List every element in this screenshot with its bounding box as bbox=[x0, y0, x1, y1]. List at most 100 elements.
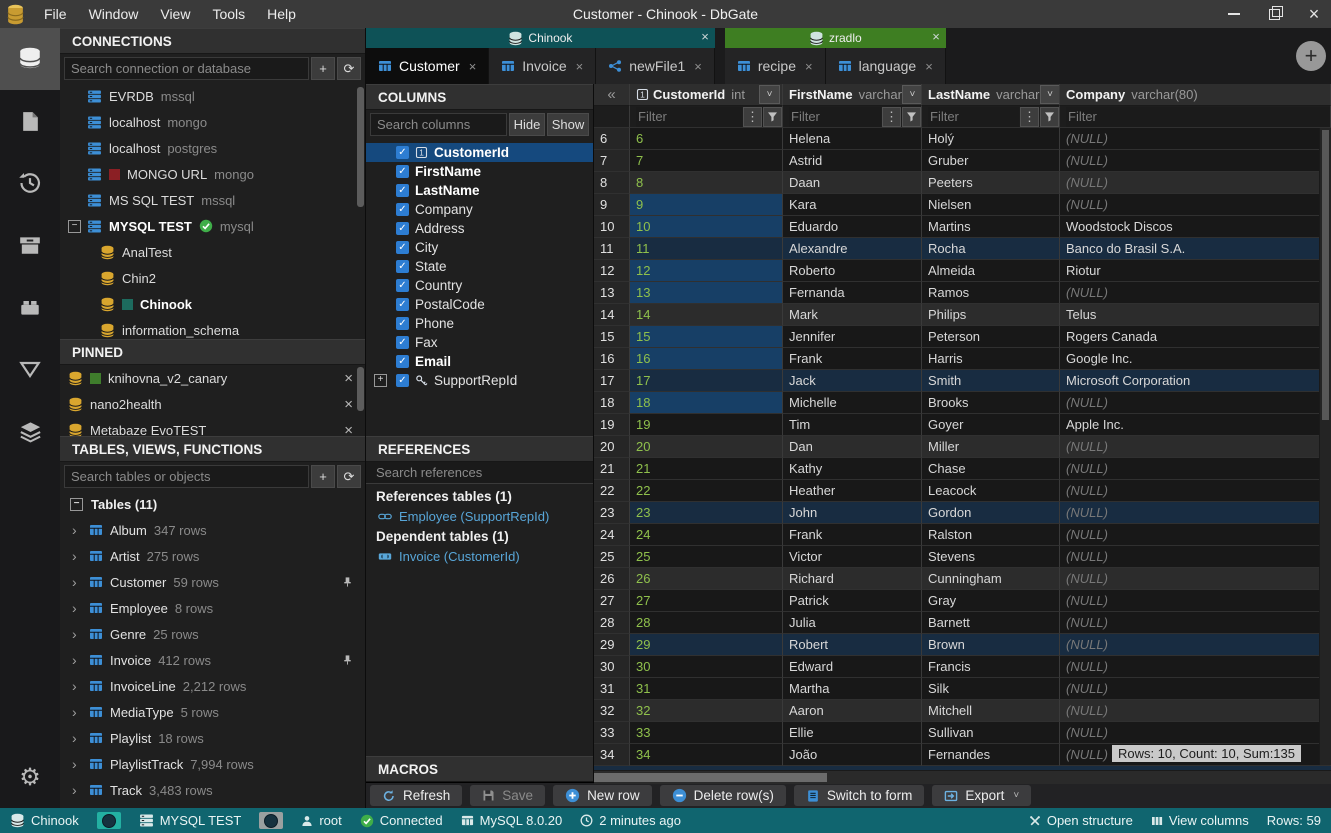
unpin-icon[interactable]: × bbox=[344, 422, 353, 437]
table-row[interactable]: 2323JohnGordon(NULL) bbox=[594, 502, 1331, 524]
table-row[interactable]: 77AstridGruber(NULL) bbox=[594, 150, 1331, 172]
cell-firstname[interactable]: Edward bbox=[783, 656, 922, 678]
cell-lastname[interactable]: Barnett bbox=[922, 612, 1060, 634]
query-designer-rail-icon[interactable] bbox=[0, 338, 60, 400]
connection-item[interactable]: localhostpostgres bbox=[60, 135, 365, 161]
chevron-right-icon[interactable]: › bbox=[72, 574, 82, 590]
cell-firstname[interactable]: Michelle bbox=[783, 392, 922, 414]
cell-customerid[interactable]: 34 bbox=[630, 744, 783, 766]
column-menu-chevron-icon[interactable]: ˅ bbox=[902, 85, 922, 104]
column-checkbox[interactable]: ✓ bbox=[396, 260, 409, 273]
cell-data-views-rail-icon[interactable] bbox=[0, 400, 60, 462]
cell-customerid[interactable]: 18 bbox=[630, 392, 783, 414]
cell-firstname[interactable]: Daan bbox=[783, 172, 922, 194]
cell-firstname[interactable]: Fernanda bbox=[783, 282, 922, 304]
cell-lastname[interactable]: Almeida bbox=[922, 260, 1060, 282]
cell-company[interactable]: (NULL) bbox=[1060, 282, 1331, 304]
add-table-button[interactable]: + bbox=[311, 465, 335, 488]
cell-company[interactable]: Riotur bbox=[1060, 260, 1331, 282]
cell-company[interactable]: Apple Inc. bbox=[1060, 414, 1331, 436]
cell-customerid[interactable]: 26 bbox=[630, 568, 783, 590]
plugins-rail-icon[interactable] bbox=[0, 276, 60, 338]
cell-company[interactable]: (NULL) bbox=[1060, 172, 1331, 194]
column-item[interactable]: ✓1CustomerId bbox=[366, 143, 593, 162]
chevron-right-icon[interactable]: › bbox=[72, 522, 82, 538]
cell-company[interactable]: (NULL) bbox=[1060, 392, 1331, 414]
close-tab-icon[interactable]: × bbox=[576, 59, 584, 74]
funnel-icon[interactable] bbox=[763, 107, 782, 127]
chevron-right-icon[interactable]: › bbox=[72, 730, 82, 746]
cell-customerid[interactable]: 8 bbox=[630, 172, 783, 194]
column-menu-chevron-icon[interactable]: ˅ bbox=[1040, 85, 1061, 104]
cell-firstname[interactable]: Frank bbox=[783, 524, 922, 546]
cell-firstname[interactable]: Richard bbox=[783, 568, 922, 590]
column-header-lastname[interactable]: LastNamevarchar˅ bbox=[922, 84, 1060, 106]
cell-company[interactable]: (NULL) bbox=[1060, 524, 1331, 546]
reference-link[interactable]: Employee (SupportRepId) bbox=[366, 507, 593, 526]
column-checkbox[interactable]: ✓ bbox=[396, 279, 409, 292]
settings-rail-icon[interactable]: ⚙ bbox=[0, 746, 60, 808]
column-item[interactable]: ✓PostalCode bbox=[366, 295, 593, 314]
unpin-icon[interactable]: × bbox=[344, 370, 353, 387]
cell-firstname[interactable]: Kara bbox=[783, 194, 922, 216]
cell-firstname[interactable]: Jennifer bbox=[783, 326, 922, 348]
pinned-database-item[interactable]: knihovna_v2_canary× bbox=[60, 365, 365, 391]
connection-item[interactable]: localhostmongo bbox=[60, 109, 365, 135]
menu-view[interactable]: View bbox=[149, 6, 201, 22]
table-item[interactable]: ›Employee8 rows bbox=[60, 595, 365, 621]
close-tab-icon[interactable]: × bbox=[805, 59, 813, 74]
cell-company[interactable]: (NULL) bbox=[1060, 458, 1331, 480]
cell-company[interactable]: (NULL) bbox=[1060, 436, 1331, 458]
cell-lastname[interactable]: Ramos bbox=[922, 282, 1060, 304]
cell-lastname[interactable]: Chase bbox=[922, 458, 1060, 480]
minimize-icon[interactable] bbox=[1227, 7, 1241, 21]
column-checkbox[interactable]: ✓ bbox=[396, 146, 409, 159]
refresh-connections-button[interactable]: ⟳ bbox=[337, 57, 361, 80]
connection-item[interactable]: information_schema bbox=[60, 317, 365, 339]
connection-item[interactable]: MS SQL TESTmssql bbox=[60, 187, 365, 213]
tab-recipe[interactable]: recipe× bbox=[725, 48, 826, 84]
column-header-customerid[interactable]: 1CustomerIdint˅ bbox=[630, 84, 783, 106]
cell-lastname[interactable]: Nielsen bbox=[922, 194, 1060, 216]
table-item[interactable]: ›Track3,483 rows bbox=[60, 777, 365, 803]
pinned-database-item[interactable]: Metabaze EvoTEST× bbox=[60, 417, 365, 436]
cell-customerid[interactable]: 9 bbox=[630, 194, 783, 216]
cell-customerid[interactable]: 10 bbox=[630, 216, 783, 238]
view-columns-status[interactable]: View columns bbox=[1151, 813, 1249, 828]
table-row[interactable]: 3333EllieSullivan(NULL) bbox=[594, 722, 1331, 744]
cell-lastname[interactable]: Brooks bbox=[922, 392, 1060, 414]
cell-firstname[interactable]: Alexandre bbox=[783, 238, 922, 260]
table-row[interactable]: 2424FrankRalston(NULL) bbox=[594, 524, 1331, 546]
table-row[interactable]: 1010EduardoMartinsWoodstock Discos bbox=[594, 216, 1331, 238]
column-checkbox[interactable]: ✓ bbox=[396, 241, 409, 254]
cell-company[interactable]: (NULL) bbox=[1060, 612, 1331, 634]
table-row[interactable]: 2222HeatherLeacock(NULL) bbox=[594, 480, 1331, 502]
column-checkbox[interactable]: ✓ bbox=[396, 317, 409, 330]
export-button[interactable]: Export˅ bbox=[932, 785, 1031, 806]
cell-firstname[interactable]: Roberto bbox=[783, 260, 922, 282]
tables-search-input[interactable] bbox=[64, 465, 309, 488]
column-checkbox[interactable]: ✓ bbox=[396, 336, 409, 349]
cell-firstname[interactable]: Eduardo bbox=[783, 216, 922, 238]
cell-lastname[interactable]: Gruber bbox=[922, 150, 1060, 172]
table-row[interactable]: 1616FrankHarrisGoogle Inc. bbox=[594, 348, 1331, 370]
table-row[interactable]: 1313FernandaRamos(NULL) bbox=[594, 282, 1331, 304]
cell-firstname[interactable]: Astrid bbox=[783, 150, 922, 172]
columns-search-input[interactable] bbox=[370, 113, 507, 136]
column-item[interactable]: ✓LastName bbox=[366, 181, 593, 200]
table-row[interactable]: 88DaanPeeters(NULL) bbox=[594, 172, 1331, 194]
table-row[interactable]: 3030EdwardFrancis(NULL) bbox=[594, 656, 1331, 678]
table-row[interactable]: 66HelenaHolý(NULL) bbox=[594, 128, 1331, 150]
filter-input[interactable] bbox=[1066, 107, 1330, 127]
column-checkbox[interactable]: ✓ bbox=[396, 355, 409, 368]
table-row[interactable]: 1111AlexandreRochaBanco do Brasil S.A. bbox=[594, 238, 1331, 260]
cell-company[interactable]: (NULL) bbox=[1060, 502, 1331, 524]
files-rail-icon[interactable] bbox=[0, 90, 60, 152]
cell-lastname[interactable]: Stevens bbox=[922, 546, 1060, 568]
cell-company[interactable]: (NULL) bbox=[1060, 678, 1331, 700]
table-row[interactable]: 1212RobertoAlmeidaRiotur bbox=[594, 260, 1331, 282]
column-item[interactable]: ✓Phone bbox=[366, 314, 593, 333]
cell-customerid[interactable]: 14 bbox=[630, 304, 783, 326]
close-tab-icon[interactable]: × bbox=[925, 59, 933, 74]
column-checkbox[interactable]: ✓ bbox=[396, 184, 409, 197]
